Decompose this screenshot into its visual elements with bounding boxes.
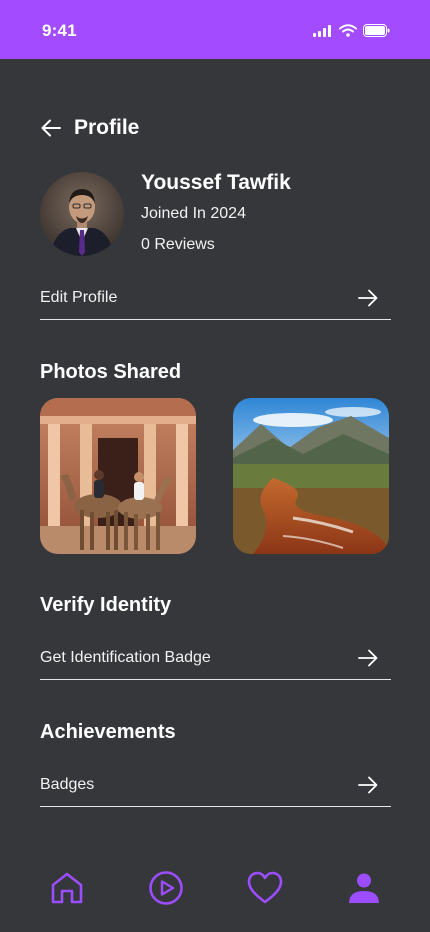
arrow-right-icon	[358, 649, 378, 666]
status-time: 9:41	[42, 21, 77, 40]
edit-profile-row[interactable]: Edit Profile	[40, 276, 391, 320]
achievements-section-title: Achievements	[40, 721, 176, 743]
nav-favorites[interactable]	[245, 868, 285, 908]
edit-profile-label: Edit Profile	[40, 288, 118, 306]
profile-icon	[349, 873, 379, 903]
verify-section-title: Verify Identity	[40, 594, 172, 616]
user-name: Youssef Tawfik	[141, 171, 291, 194]
photos-section-title: Photos Shared	[40, 361, 182, 383]
badges-row[interactable]: Badges	[40, 763, 391, 807]
page-title: Profile	[74, 116, 140, 139]
nav-home[interactable]	[47, 868, 87, 908]
arrow-right-icon	[358, 289, 378, 306]
identification-badge-label: Get Identification Badge	[40, 648, 211, 666]
reviews-count: 0 Reviews	[141, 236, 215, 253]
battery-icon	[363, 24, 390, 37]
header: Profile	[40, 116, 139, 140]
shared-photo-valley[interactable]	[233, 398, 389, 554]
cellular-signal-icon	[313, 24, 331, 37]
home-icon	[51, 872, 83, 904]
arrow-left-icon[interactable]	[40, 117, 62, 139]
identification-badge-row[interactable]: Get Identification Badge	[40, 636, 391, 680]
badges-label: Badges	[40, 775, 95, 793]
arrow-right-icon	[358, 776, 378, 793]
wifi-icon	[339, 24, 357, 37]
bottom-nav	[0, 860, 430, 920]
shared-photo-petra[interactable]	[40, 398, 196, 554]
status-bar: 9:41	[0, 0, 430, 59]
joined-date: Joined In 2024	[141, 205, 246, 222]
heart-icon	[247, 871, 283, 904]
nav-play[interactable]	[146, 868, 186, 908]
play-icon	[149, 871, 183, 905]
status-icons	[313, 24, 390, 37]
nav-profile[interactable]	[344, 868, 384, 908]
avatar	[40, 172, 124, 256]
